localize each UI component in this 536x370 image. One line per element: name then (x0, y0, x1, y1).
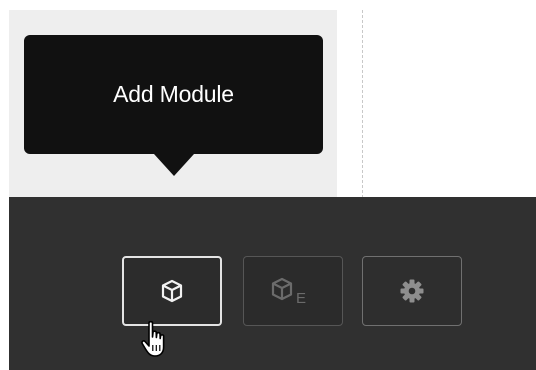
cube-e-icon: E (270, 276, 316, 306)
add-module-tooltip: Add Module (24, 35, 323, 154)
module-toolbar: E (9, 197, 536, 370)
column-divider (362, 10, 363, 198)
gear-icon (399, 278, 425, 304)
tooltip-arrow (154, 154, 194, 176)
editor-stage: Add Module E (0, 0, 536, 370)
cube-icon (159, 278, 185, 304)
add-module-button[interactable] (122, 256, 222, 326)
tooltip-label: Add Module (113, 81, 234, 107)
add-module-extension-button[interactable]: E (243, 256, 343, 326)
settings-button[interactable] (362, 256, 462, 326)
extension-badge: E (296, 290, 306, 306)
hand-pointer-cursor-icon (140, 320, 170, 360)
